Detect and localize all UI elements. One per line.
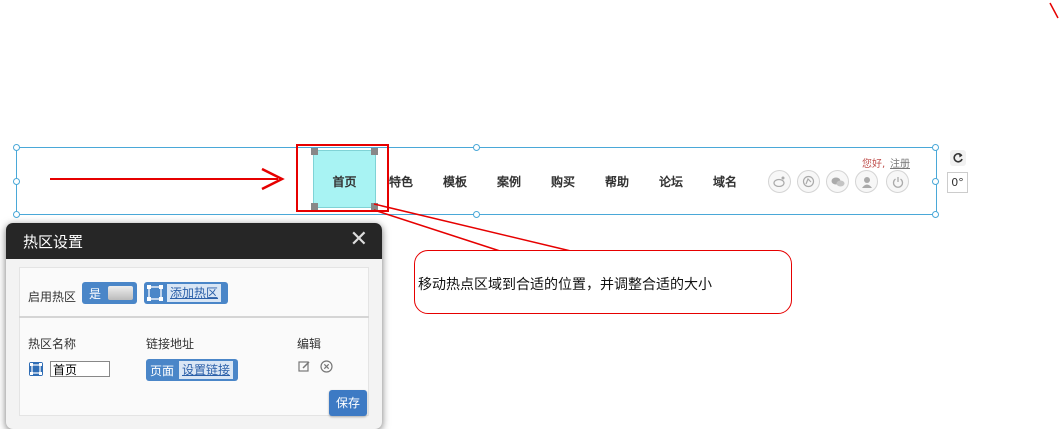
resize-handle-top-left[interactable] [13, 144, 20, 151]
enable-hotspot-toggle[interactable]: 是 [82, 282, 137, 304]
column-header-edit: 编辑 [297, 337, 322, 351]
rotation-value[interactable]: 0° [947, 172, 968, 193]
hotspot-settings-dialog: 热区设置 ✕ 启用热区 是 添加热区 热区名称 链接地址 编辑 页面 设置链接 … [6, 223, 382, 429]
greeting-text: 您好, [862, 159, 886, 170]
wechat-icon[interactable] [826, 170, 849, 193]
annotation-text: 移动热点区域到合适的位置，并调整合适的大小 [418, 277, 712, 293]
resize-handle-middle-right[interactable] [932, 178, 939, 185]
resize-handle-bottom-left[interactable] [13, 211, 20, 218]
annotation-arrow [50, 167, 285, 191]
resize-handle-bottom-right[interactable] [932, 211, 939, 218]
save-button[interactable]: 保存 [329, 390, 367, 416]
link-address-control[interactable]: 页面 设置链接 [146, 359, 238, 381]
set-link-button[interactable]: 设置链接 [179, 361, 234, 379]
power-icon[interactable] [886, 170, 909, 193]
dialog-header: 热区设置 ✕ [6, 223, 382, 259]
hotspot-frame-icon [147, 285, 163, 301]
nav-item-features[interactable]: 特色 [389, 173, 413, 190]
hotspot-frame-icon [29, 362, 43, 376]
delete-icon[interactable] [320, 360, 333, 373]
nav-item-templates[interactable]: 模板 [443, 173, 467, 190]
toggle-knob[interactable] [108, 286, 133, 300]
resize-handle-top-middle[interactable] [473, 144, 480, 151]
annotation-callout: 移动热点区域到合适的位置，并调整合适的大小 [414, 250, 792, 314]
callout-pointer [373, 203, 576, 253]
weibo-icon[interactable] [768, 170, 791, 193]
resize-handle-middle-left[interactable] [13, 178, 20, 185]
resize-handle-top-right[interactable] [932, 144, 939, 151]
nav-item-forum[interactable]: 论坛 [659, 173, 683, 190]
toggle-value: 是 [89, 287, 102, 301]
dialog-title: 热区设置 [23, 233, 84, 251]
edit-icon[interactable] [298, 360, 311, 373]
nav-item-domain[interactable]: 域名 [713, 173, 737, 190]
link-type-label[interactable]: 页面 [150, 362, 174, 379]
divider [19, 316, 369, 318]
refresh-icon[interactable] [950, 150, 966, 166]
annotation-stroke-fragment [1049, 2, 1059, 19]
column-header-name: 热区名称 [28, 337, 77, 351]
close-icon[interactable]: ✕ [350, 227, 368, 253]
qq-icon[interactable] [797, 170, 820, 193]
add-hotspot-button[interactable]: 添加热区 [144, 282, 228, 304]
nav-item-cases[interactable]: 案例 [497, 173, 521, 190]
nav-item-purchase[interactable]: 购买 [551, 173, 575, 190]
column-header-link: 链接地址 [146, 337, 195, 351]
logout-link[interactable]: 注册 [890, 155, 910, 170]
hotspot-name-input[interactable] [50, 361, 110, 377]
nav-item-help[interactable]: 帮助 [605, 173, 629, 190]
add-hotspot-label[interactable]: 添加热区 [167, 284, 222, 302]
enable-hotspot-label: 启用热区 [28, 290, 77, 304]
user-icon[interactable] [855, 170, 878, 193]
